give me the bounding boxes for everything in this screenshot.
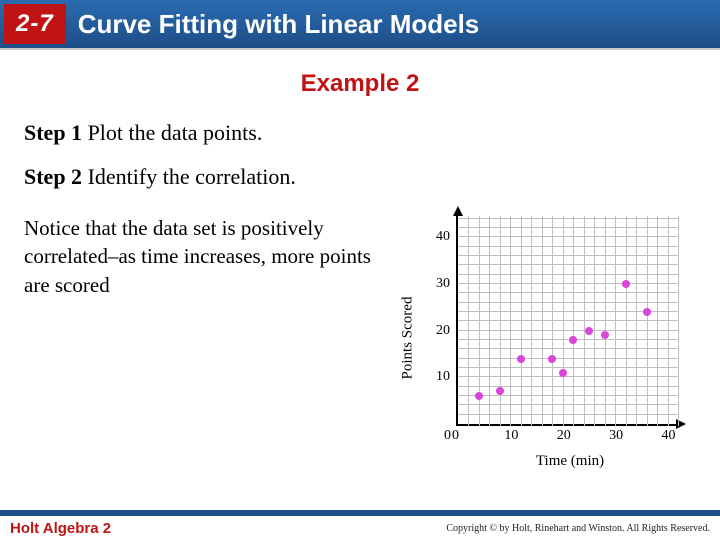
example-heading: Example 2 <box>0 70 720 98</box>
step-1: Step 1 Plot the data points. <box>24 120 696 146</box>
x-tick: 0 <box>452 428 459 444</box>
step-2-label: Step 2 <box>24 164 82 189</box>
data-point <box>601 331 609 339</box>
x-tick: 40 <box>662 428 676 444</box>
y-tick: 20 <box>436 323 450 339</box>
step-2-text: Identify the correlation. <box>82 164 296 189</box>
y-axis-label: Points Scored <box>400 297 417 380</box>
grid-lines <box>458 216 676 424</box>
plot-area: 010203040102030400 <box>456 216 676 426</box>
header-bar: 2-7 Curve Fitting with Linear Models <box>0 0 720 50</box>
data-point <box>569 336 577 344</box>
step-1-text: Plot the data points. <box>82 120 262 145</box>
footer-bar: Holt Algebra 2 Copyright © by Holt, Rine… <box>0 510 720 540</box>
y-tick: 40 <box>436 229 450 245</box>
x-tick: 30 <box>609 428 623 444</box>
step-2: Step 2 Identify the correlation. <box>24 164 696 190</box>
data-point <box>643 308 651 316</box>
scatter-chart: Points Scored Time (min) 010203040102030… <box>416 208 696 468</box>
section-badge: 2-7 <box>4 4 66 44</box>
data-point <box>585 327 593 335</box>
textbook-name: Holt Algebra 2 <box>10 520 111 537</box>
data-point <box>559 369 567 377</box>
data-point <box>548 355 556 363</box>
content-area: Step 1 Plot the data points. Step 2 Iden… <box>0 120 720 468</box>
step-1-label: Step 1 <box>24 120 82 145</box>
copyright-text: Copyright © by Holt, Rinehart and Winsto… <box>446 523 710 534</box>
data-point <box>517 355 525 363</box>
y-tick: 30 <box>436 276 450 292</box>
correlation-note: Notice that the data set is positively c… <box>24 208 396 468</box>
x-axis-label: Time (min) <box>536 453 604 470</box>
y-axis-arrow-icon <box>453 206 463 216</box>
lesson-title: Curve Fitting with Linear Models <box>78 9 480 40</box>
x-tick: 10 <box>504 428 518 444</box>
data-point <box>496 387 504 395</box>
data-point <box>475 392 483 400</box>
note-chart-row: Notice that the data set is positively c… <box>24 208 696 468</box>
x-tick: 20 <box>557 428 571 444</box>
origin-tick: 0 <box>444 428 451 444</box>
data-point <box>622 280 630 288</box>
y-tick: 10 <box>436 369 450 385</box>
